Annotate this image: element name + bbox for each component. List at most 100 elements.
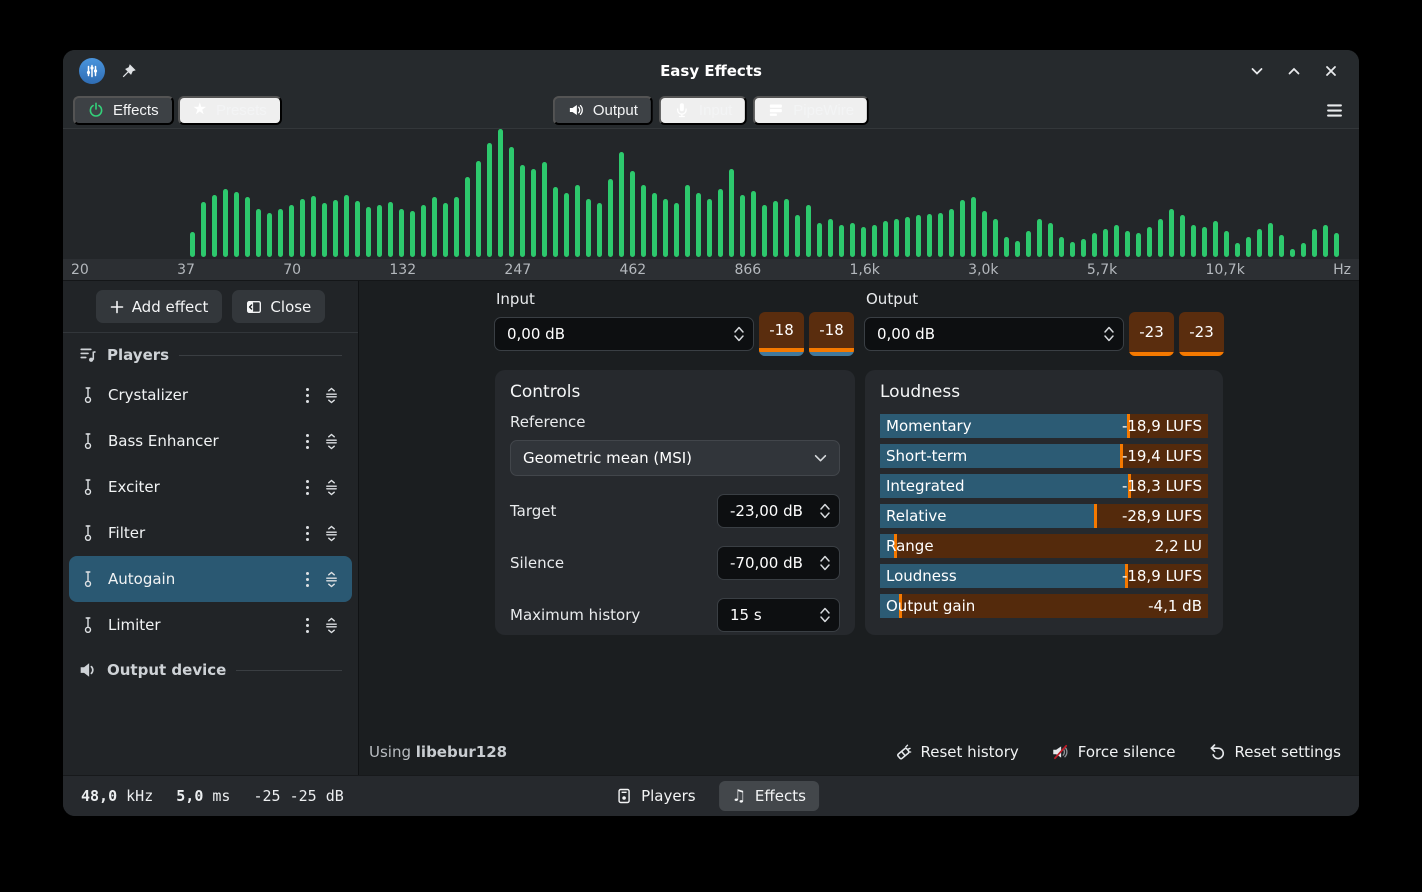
spinner-arrows-icon[interactable] bbox=[819, 501, 831, 521]
tab-pipewire[interactable]: PipeWire bbox=[753, 96, 869, 125]
effect-pipeline-icon bbox=[81, 479, 95, 496]
spectrum-bar bbox=[1257, 229, 1262, 257]
reset-history-button[interactable]: Reset history bbox=[892, 739, 1021, 765]
star-icon: ★ bbox=[193, 102, 207, 118]
effect-label: Autogain bbox=[108, 570, 292, 588]
loudness-row-label: Loudness bbox=[886, 567, 957, 585]
loudness-meter-row: Loudness -18,9 LUFS bbox=[880, 564, 1208, 588]
spectrum-bar bbox=[344, 195, 349, 257]
spectrum-bar bbox=[234, 192, 239, 257]
easy-effects-window: Easy Effects Effects bbox=[63, 50, 1359, 816]
add-effect-button[interactable]: Add effect bbox=[96, 290, 223, 323]
loudness-meter-row: Short-term -19,4 LUFS bbox=[880, 444, 1208, 468]
spectrum-bar bbox=[1202, 227, 1207, 257]
global-bypass-button[interactable]: Effects bbox=[73, 96, 174, 125]
sidebar-effect-row-crystalizer[interactable]: Crystalizer bbox=[69, 372, 352, 418]
spectrum-bar bbox=[190, 232, 195, 257]
spectrum-bar bbox=[575, 185, 580, 257]
spectrum-bar bbox=[696, 193, 701, 257]
reset-settings-button[interactable]: Reset settings bbox=[1206, 739, 1344, 765]
pin-icon[interactable] bbox=[120, 63, 137, 80]
effect-drag-handle[interactable] bbox=[323, 525, 340, 542]
effect-menu-button[interactable] bbox=[305, 433, 310, 450]
reference-dropdown[interactable]: Geometric mean (MSI) bbox=[510, 440, 840, 476]
output-level-value: -23 bbox=[1129, 312, 1174, 352]
tab-output[interactable]: Output bbox=[553, 96, 653, 125]
effect-label: Crystalizer bbox=[108, 386, 292, 404]
sidebar-effect-row-exciter[interactable]: Exciter bbox=[69, 464, 352, 510]
view-players-button[interactable]: Players bbox=[603, 781, 709, 811]
spectrum-bar bbox=[498, 129, 503, 257]
spectrum-bar bbox=[773, 201, 778, 257]
chevron-down-icon bbox=[814, 454, 827, 463]
close-sidebar-button[interactable]: Close bbox=[232, 290, 325, 323]
muted-speaker-icon bbox=[1051, 743, 1069, 761]
sidebar-effect-row-autogain[interactable]: Autogain bbox=[69, 556, 352, 602]
effect-menu-button[interactable] bbox=[305, 479, 310, 496]
spectrum-bar bbox=[1136, 233, 1141, 257]
control-spinbox[interactable]: 15 s bbox=[717, 598, 840, 632]
spectrum-bar bbox=[949, 209, 954, 257]
speaker-icon bbox=[79, 661, 97, 679]
loudness-rows: Momentary -18,9 LUFS Short-term -19,4 LU… bbox=[880, 414, 1208, 618]
hamburger-menu-button[interactable] bbox=[1319, 96, 1349, 124]
spinner-arrows-icon[interactable] bbox=[733, 324, 745, 344]
tab-output-label: Output bbox=[593, 102, 638, 119]
axis-label: 70 bbox=[283, 262, 301, 278]
sidebar-effect-row-limiter[interactable]: Limiter bbox=[69, 602, 352, 648]
effect-menu-button[interactable] bbox=[305, 571, 310, 588]
spectrum-bar bbox=[311, 196, 316, 257]
presets-button[interactable]: ★ Presets bbox=[178, 96, 282, 125]
effects-list: Crystalizer Bass Enhancer Exciter bbox=[63, 372, 358, 648]
loudness-meter-row: Momentary -18,9 LUFS bbox=[880, 414, 1208, 438]
control-label: Silence bbox=[510, 554, 564, 572]
effect-drag-handle[interactable] bbox=[323, 433, 340, 450]
spinner-arrows-icon[interactable] bbox=[819, 553, 831, 573]
close-button[interactable] bbox=[1319, 59, 1343, 83]
axis-label: 10,7k bbox=[1206, 262, 1245, 278]
input-gain-spinbox[interactable]: 0,00 dB bbox=[494, 317, 754, 351]
spectrum-bar bbox=[674, 203, 679, 257]
spectrum-bar bbox=[1301, 243, 1306, 257]
minimize-button[interactable] bbox=[1245, 59, 1269, 83]
control-spinbox[interactable]: -23,00 dB bbox=[717, 494, 840, 528]
effect-drag-handle[interactable] bbox=[323, 479, 340, 496]
effect-label: Exciter bbox=[108, 478, 292, 496]
tab-input[interactable]: Input bbox=[659, 96, 747, 125]
spectrum-bar bbox=[586, 199, 591, 257]
maximize-button[interactable] bbox=[1282, 59, 1306, 83]
spectrum-bar bbox=[784, 199, 789, 257]
output-gain-spinbox[interactable]: 0,00 dB bbox=[864, 317, 1124, 351]
axis-label: 866 bbox=[734, 262, 761, 278]
spinner-arrows-icon[interactable] bbox=[1103, 324, 1115, 344]
close-sidebar-label: Close bbox=[270, 298, 311, 316]
loudness-row-label: Output gain bbox=[886, 597, 975, 615]
effect-drag-handle[interactable] bbox=[323, 571, 340, 588]
control-spinbox[interactable]: -70,00 dB bbox=[717, 546, 840, 580]
effect-drag-handle[interactable] bbox=[323, 387, 340, 404]
spectrum-bar bbox=[883, 221, 888, 257]
output-device-section-header: Output device bbox=[63, 648, 358, 687]
spectrum-bar bbox=[894, 219, 899, 257]
effect-menu-button[interactable] bbox=[305, 525, 310, 542]
spectrum-bar bbox=[1037, 219, 1042, 257]
meter-blue-strip bbox=[809, 352, 854, 356]
effect-menu-button[interactable] bbox=[305, 387, 310, 404]
effect-menu-button[interactable] bbox=[305, 617, 310, 634]
spectrum-bar bbox=[267, 213, 272, 257]
controls-card: Controls Reference Geometric mean (MSI) … bbox=[495, 370, 855, 635]
force-silence-button[interactable]: Force silence bbox=[1049, 739, 1178, 765]
sidebar-effect-row-bass-enhancer[interactable]: Bass Enhancer bbox=[69, 418, 352, 464]
spectrum-bar bbox=[212, 195, 217, 257]
spectrum-bar bbox=[828, 219, 833, 257]
view-effects-button[interactable]: ♫ Effects bbox=[719, 781, 819, 811]
sidebar-effect-row-filter[interactable]: Filter bbox=[69, 510, 352, 556]
effect-drag-handle[interactable] bbox=[323, 617, 340, 634]
app-icon bbox=[79, 58, 105, 84]
spectrum-bar bbox=[817, 223, 822, 257]
effects-toggle-label: Effects bbox=[113, 102, 159, 119]
spinner-arrows-icon[interactable] bbox=[819, 605, 831, 625]
spectrum-bar bbox=[1114, 225, 1119, 257]
controls-rows: Target -23,00 dB Silence -70,00 dB Maxim… bbox=[510, 494, 840, 632]
spectrum-bar bbox=[476, 161, 481, 257]
